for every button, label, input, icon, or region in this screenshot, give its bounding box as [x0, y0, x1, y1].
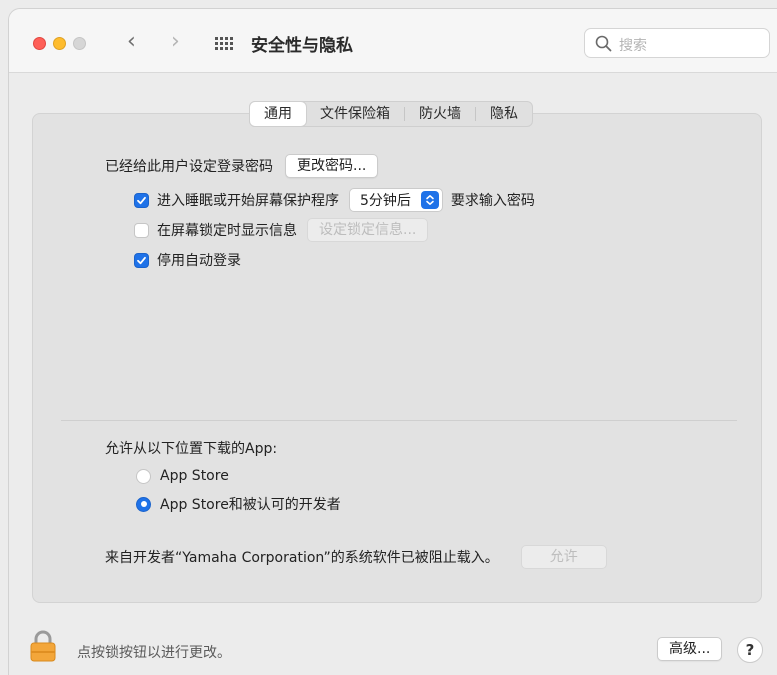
checkmark-icon: [137, 256, 146, 264]
set-lock-message-button[interactable]: 设定锁定信息...: [307, 218, 429, 242]
footer-bar: 点按锁按钮以进行更改。 高级... ?: [9, 613, 777, 675]
radio-app-store[interactable]: [136, 468, 151, 484]
lock-message-row: 在屏幕锁定时显示信息 设定锁定信息...: [134, 218, 429, 242]
require-password-label: 要求输入密码: [450, 193, 535, 209]
tab-bar: 通用 文件保险箱 防火墙 隐私: [249, 101, 533, 127]
radio-identified-developers[interactable]: [136, 496, 151, 512]
radio-app-store-row[interactable]: App Store: [136, 468, 229, 484]
search-icon: [595, 35, 612, 56]
lock-message-checkbox-label: 在屏幕锁定时显示信息: [157, 223, 297, 239]
chevron-right-icon: ›: [171, 29, 180, 54]
preferences-window: ‹ › 安全性与隐私 搜索 已经给此用户设定登录密码 更改密码... 进入睡眠或…: [8, 8, 777, 675]
search-placeholder: 搜索: [619, 38, 647, 54]
tab-firewall[interactable]: 防火墙: [405, 102, 475, 126]
padlock-icon[interactable]: [29, 629, 57, 667]
zoom-window-button[interactable]: [73, 37, 86, 50]
section-divider: [61, 420, 737, 421]
lock-message-checkbox[interactable]: [134, 222, 149, 238]
tab-general[interactable]: 通用: [250, 102, 306, 126]
tab-privacy[interactable]: 隐私: [476, 102, 532, 126]
lock-hint-text: 点按锁按钮以进行更改。: [77, 645, 231, 661]
sleep-checkbox-label: 进入睡眠或开始屏幕保护程序: [157, 193, 339, 209]
window-title: 安全性与隐私: [251, 36, 353, 56]
general-panel: 已经给此用户设定登录密码 更改密码... 进入睡眠或开始屏幕保护程序 5分钟后 …: [32, 113, 762, 603]
radio-identified-developers-label: App Store和被认可的开发者: [160, 497, 341, 513]
sleep-delay-select[interactable]: 5分钟后: [349, 188, 443, 212]
minimize-window-button[interactable]: [53, 37, 66, 50]
autologin-row: 停用自动登录: [134, 250, 241, 270]
sleep-row: 进入睡眠或开始屏幕保护程序 5分钟后 要求输入密码: [134, 188, 535, 212]
downloads-heading: 允许从以下位置下载的App:: [105, 441, 278, 457]
search-field[interactable]: 搜索: [584, 28, 770, 58]
advanced-button[interactable]: 高级...: [657, 637, 723, 661]
sleep-delay-value: 5分钟后: [360, 193, 411, 209]
show-all-grid-icon[interactable]: [215, 37, 233, 50]
select-arrows-icon: [420, 191, 439, 209]
tab-filevault[interactable]: 文件保险箱: [306, 102, 404, 126]
password-set-label: 已经给此用户设定登录密码: [105, 159, 273, 175]
change-password-button[interactable]: 更改密码...: [285, 154, 379, 178]
chevron-left-icon: ‹: [127, 29, 136, 54]
forward-button[interactable]: ›: [171, 31, 180, 53]
checkmark-icon: [137, 196, 146, 204]
disable-autologin-label: 停用自动登录: [157, 253, 241, 269]
radio-app-store-label: App Store: [160, 468, 229, 484]
radio-identified-developers-row[interactable]: App Store和被认可的开发者: [136, 494, 341, 514]
disable-autologin-checkbox[interactable]: [134, 252, 149, 268]
help-button[interactable]: ?: [737, 637, 763, 663]
allow-button[interactable]: 允许: [520, 545, 607, 569]
back-button[interactable]: ‹: [127, 31, 136, 53]
title-bar: ‹ › 安全性与隐私 搜索: [9, 9, 777, 73]
password-row: 已经给此用户设定登录密码 更改密码...: [105, 154, 379, 178]
sleep-checkbox[interactable]: [134, 192, 149, 208]
blocked-software-message: 来自开发者“Yamaha Corporation”的系统软件已被阻止载入。: [105, 550, 499, 566]
blocked-software-row: 来自开发者“Yamaha Corporation”的系统软件已被阻止载入。 允许: [105, 545, 607, 569]
close-window-button[interactable]: [33, 37, 46, 50]
downloads-heading-row: 允许从以下位置下载的App:: [105, 438, 277, 458]
